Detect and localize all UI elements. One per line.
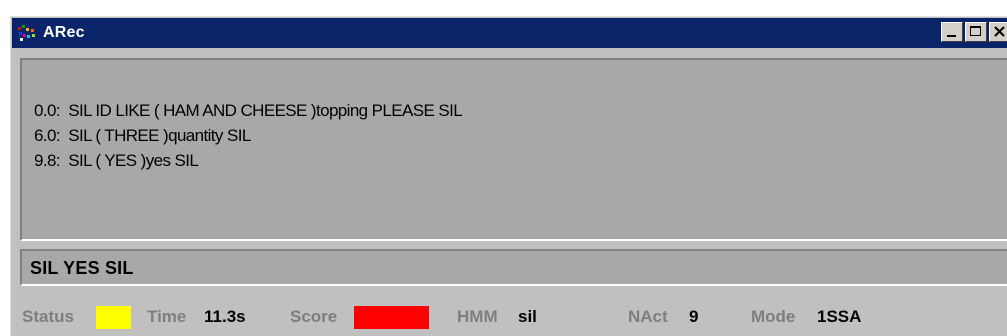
time-label: Time [147, 307, 187, 326]
app-icon [18, 25, 35, 41]
recognition-result: SIL YES SIL [30, 258, 134, 278]
nact-value: 9 [689, 307, 699, 326]
status-label: Status [22, 307, 74, 326]
nact-label: NAct [628, 307, 668, 326]
result-panel: SIL YES SIL [20, 249, 1007, 286]
minimize-button[interactable] [941, 22, 963, 42]
maximize-button[interactable] [965, 22, 987, 42]
transcript-line: 9.8: SIL ( YES )yes SIL [34, 151, 199, 170]
arec-window: ARec 0.0: SIL ID LIKE ( HAM AND CHEESE )… [10, 16, 1007, 336]
hmm-label: HMM [457, 307, 498, 326]
transcript-panel[interactable]: 0.0: SIL ID LIKE ( HAM AND CHEESE )toppi… [20, 58, 1007, 241]
window-title: ARec [43, 24, 85, 41]
time-value: 11.3s [204, 307, 246, 326]
status-bar: Status Time 11.3s Score HMM sil NAct 9 M… [11, 293, 1007, 336]
close-button[interactable] [989, 22, 1007, 42]
close-icon [994, 26, 1005, 37]
minimize-icon [947, 35, 956, 37]
mode-value: 1SSA [817, 307, 862, 326]
caption-buttons [941, 22, 1007, 42]
maximize-icon [970, 26, 981, 36]
mode-label: Mode [751, 307, 796, 326]
transcript-lines: 0.0: SIL ID LIKE ( HAM AND CHEESE )toppi… [34, 98, 463, 173]
score-indicator [354, 306, 429, 329]
status-indicator [96, 306, 131, 329]
transcript-line: 6.0: SIL ( THREE )quantity SIL [34, 126, 251, 145]
score-label: Score [290, 307, 338, 326]
hmm-value: sil [518, 307, 537, 326]
title-bar[interactable]: ARec [12, 18, 1007, 48]
transcript-line: 0.0: SIL ID LIKE ( HAM AND CHEESE )toppi… [34, 101, 463, 120]
